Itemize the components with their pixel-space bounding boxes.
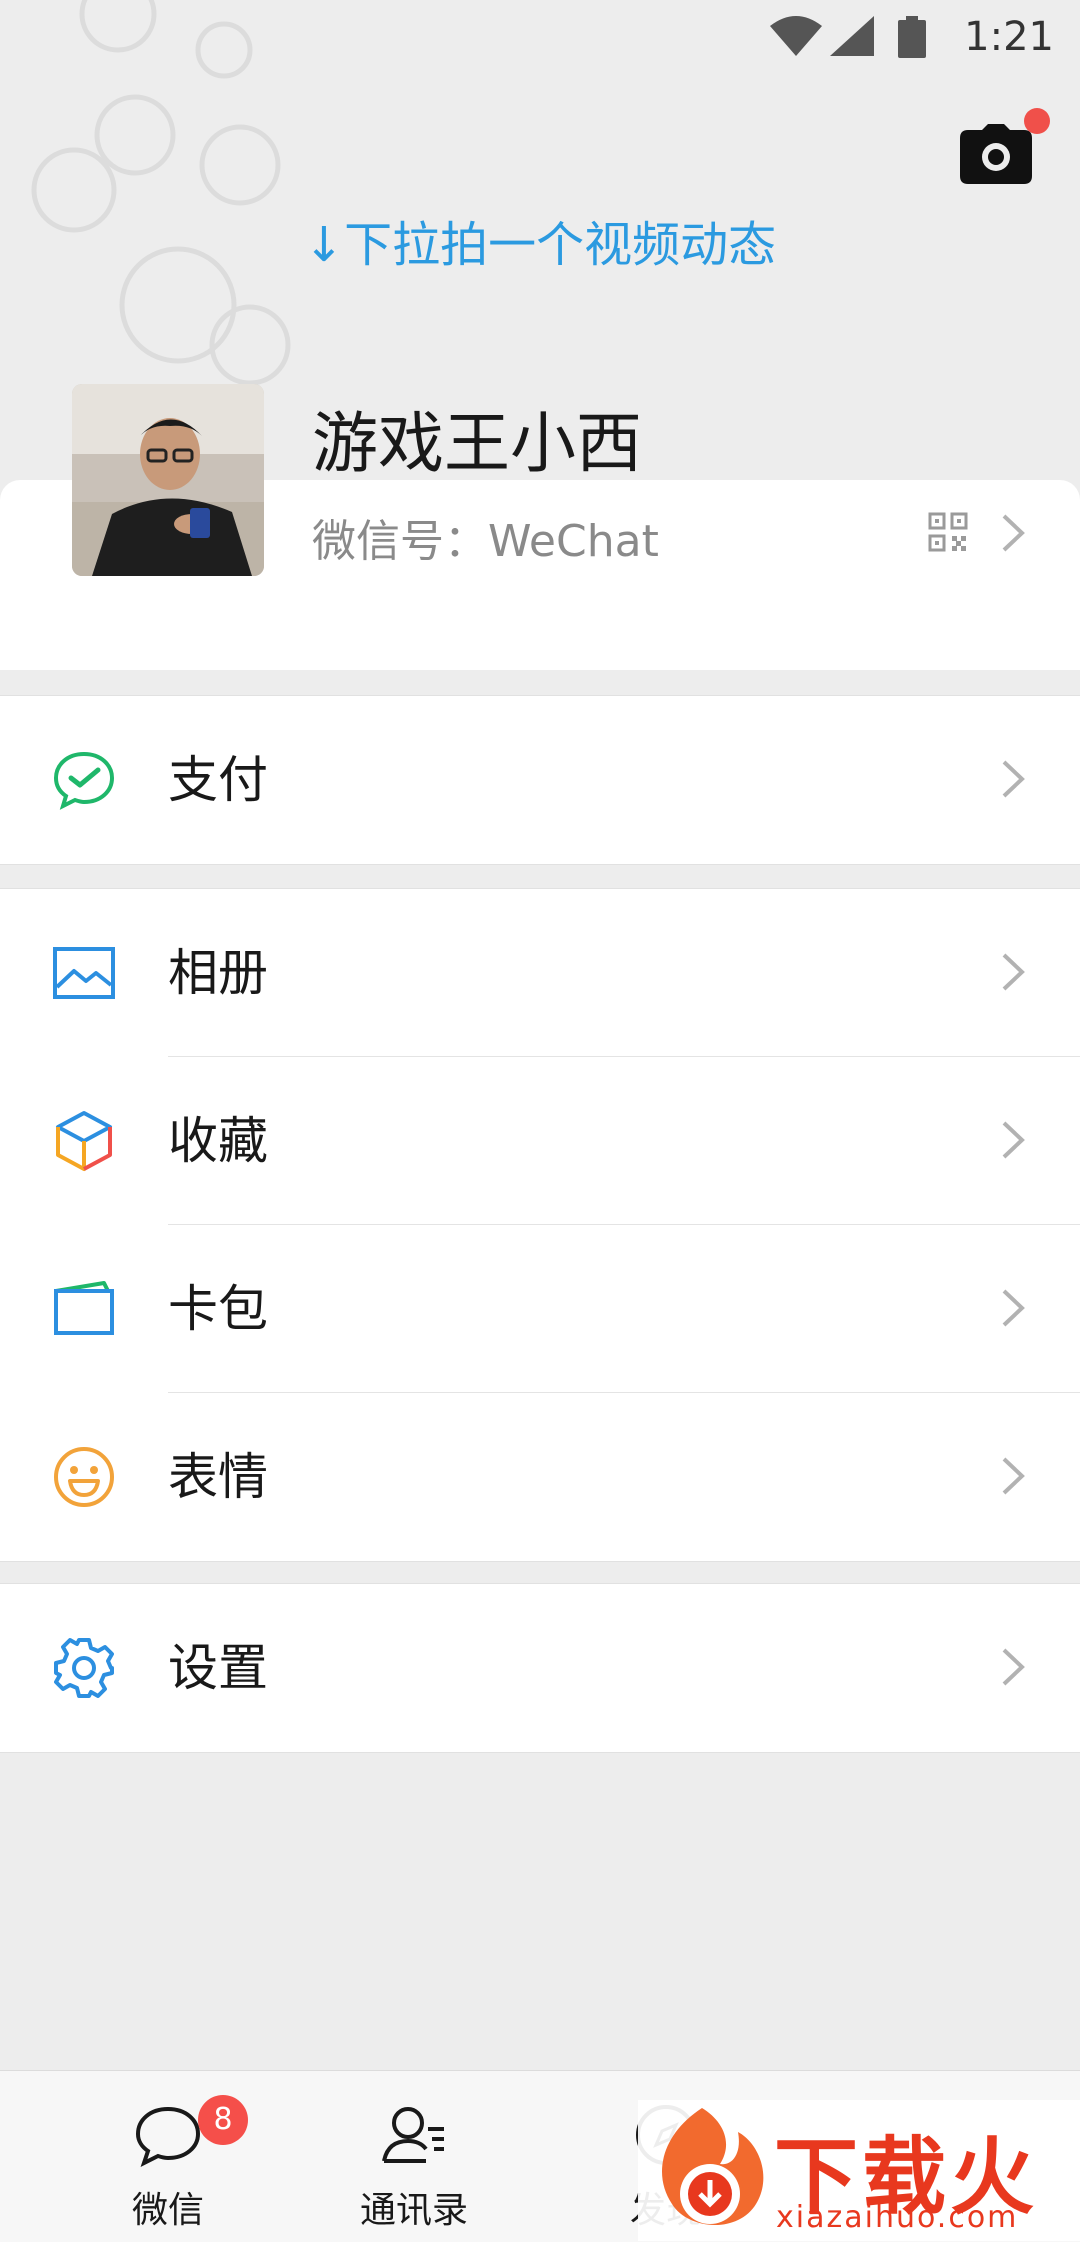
menu-item-cards[interactable]: 卡包 [0, 1225, 1080, 1393]
menu-item-label: 收藏 [168, 1112, 268, 1170]
pay-icon [53, 751, 115, 810]
pull-down-hint: ↓下拉拍一个视频动态 [303, 217, 777, 273]
menu-item-label: 支付 [168, 751, 268, 809]
contacts-icon [382, 2107, 444, 2163]
watermark-logo: 下载火 xiazaihuo.com [638, 2100, 1080, 2241]
chevron-right-icon [1002, 514, 1025, 552]
album-icon [53, 947, 115, 999]
profile-wechat-id: 微信号：WeChat [312, 516, 659, 567]
menu-item-label: 相册 [168, 944, 268, 1002]
menu-group-main: 相册 收藏 卡包 表情 [0, 888, 1080, 1562]
chat-bubble-icon [135, 2106, 201, 2167]
profile-nickname: 游戏王小西 [312, 405, 642, 482]
menu-group-pay: 支付 [0, 695, 1080, 865]
chevron-right-icon [1002, 1457, 1025, 1495]
menu-group-settings: 设置 [0, 1583, 1080, 1753]
flame-logo-icon [662, 2108, 764, 2226]
menu-item-label: 表情 [168, 1448, 268, 1506]
gear-icon [54, 1638, 114, 1698]
tab-chats[interactable]: 8 微信 [68, 2081, 268, 2241]
menu-item-pay[interactable]: 支付 [0, 696, 1080, 864]
favorites-cube-icon [56, 1111, 112, 1171]
unread-badge: 8 [198, 2095, 248, 2145]
menu-item-label: 设置 [168, 1639, 268, 1697]
tab-contacts[interactable]: 通讯录 [314, 2081, 514, 2241]
camera-icon [960, 124, 1032, 184]
tab-label: 通讯录 [359, 2190, 468, 2231]
battery-icon [898, 16, 926, 58]
wifi-icon [770, 16, 822, 56]
chevron-right-icon [1002, 1289, 1025, 1327]
card-wallet-icon [54, 1281, 114, 1335]
tab-label: 微信 [131, 2190, 204, 2231]
avatar[interactable] [72, 384, 264, 576]
chevron-right-icon [1002, 1121, 1025, 1159]
watermark-url: xiazaihuo.com [776, 2200, 1019, 2235]
camera-notification-dot [1024, 108, 1050, 134]
menu-item-label: 卡包 [168, 1280, 268, 1338]
chevron-right-icon [1002, 760, 1025, 798]
smiley-icon [54, 1447, 114, 1507]
chevron-right-icon [1002, 953, 1025, 991]
cell-signal-icon [830, 16, 874, 56]
camera-button[interactable] [960, 108, 1050, 184]
chevron-right-icon [1002, 1648, 1025, 1686]
menu-item-favorites[interactable]: 收藏 [0, 1057, 1080, 1225]
menu-item-settings[interactable]: 设置 [0, 1584, 1080, 1752]
status-time: 1:21 [964, 14, 1054, 60]
menu-item-stickers[interactable]: 表情 [0, 1393, 1080, 1561]
qr-code-icon[interactable] [928, 512, 968, 552]
menu-item-album[interactable]: 相册 [0, 889, 1080, 1057]
